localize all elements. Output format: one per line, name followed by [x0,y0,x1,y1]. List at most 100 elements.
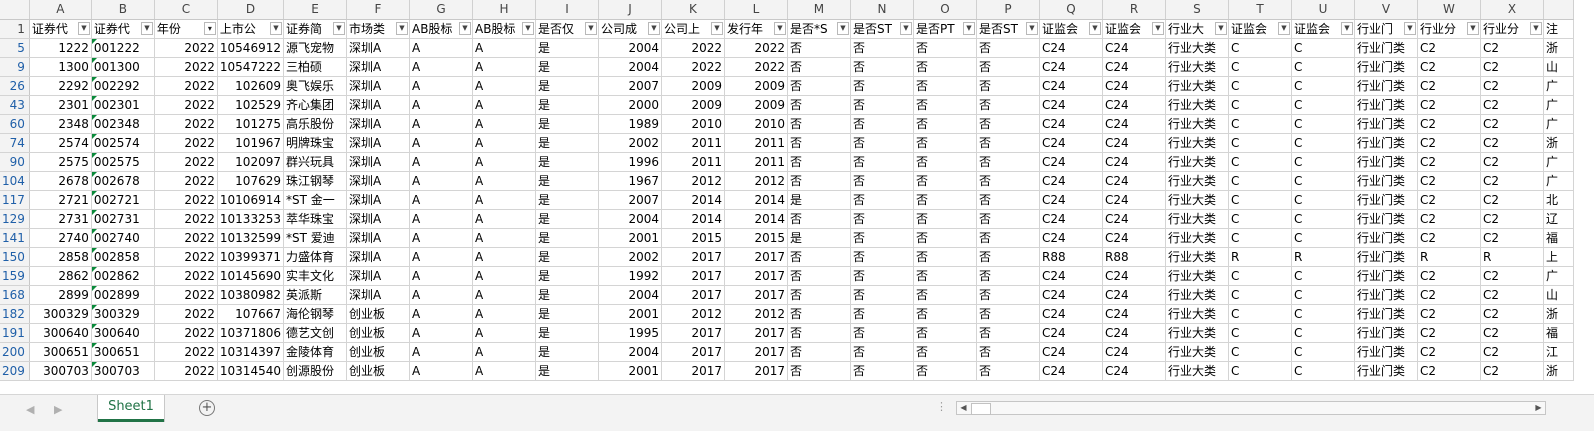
cell[interactable]: 浙 [1543,304,1574,324]
cell[interactable]: 2017 [724,323,788,343]
cell[interactable]: 行业门类 [1354,323,1418,343]
filter-dropdown-icon[interactable]: ▼ [1025,21,1038,35]
cell[interactable]: C2 [1417,266,1481,286]
cell[interactable]: A [409,114,473,134]
cell[interactable]: 2015 [661,228,725,248]
cell[interactable]: C [1228,209,1292,229]
cell[interactable]: C [1291,76,1355,96]
cell[interactable]: 行业大类 [1165,57,1229,77]
column-header-k[interactable]: K [661,0,725,20]
cell[interactable]: C24 [1039,95,1103,115]
cell[interactable]: 1967 [598,171,662,191]
cell[interactable]: 300703 [91,361,155,381]
cell[interactable]: 2731 [29,209,92,229]
cell[interactable]: 2301 [29,95,92,115]
cell[interactable]: C [1228,304,1292,324]
sheet-tab-sheet1[interactable]: Sheet1 [98,395,164,422]
cell[interactable]: 是 [535,38,599,58]
filter-dropdown-icon[interactable]: ▼ [1403,21,1416,35]
column-header-next[interactable] [1543,0,1574,20]
filter-dropdown-icon[interactable]: ▼ [962,21,975,35]
cell[interactable]: 否 [913,285,977,305]
cell[interactable]: 2007 [598,190,662,210]
scrollbar-left-icon[interactable]: ◀ [957,402,970,414]
cell[interactable]: 否 [976,228,1040,248]
cell[interactable]: 否 [976,323,1040,343]
cell[interactable]: 行业门类 [1354,171,1418,191]
cell[interactable]: 广 [1543,171,1574,191]
cell[interactable]: 三柏硕 [283,57,347,77]
cell[interactable]: 实丰文化 [283,266,347,286]
cell[interactable]: 2022 [154,304,218,324]
cell[interactable]: C24 [1039,266,1103,286]
cell[interactable]: 2009 [724,76,788,96]
cell[interactable]: C2 [1417,152,1481,172]
cell[interactable]: 否 [976,361,1040,381]
cell[interactable]: 2015 [724,228,788,248]
cell[interactable]: A [472,285,536,305]
cell[interactable]: 否 [976,152,1040,172]
cell[interactable]: 2022 [154,228,218,248]
column-header-m[interactable]: M [787,0,851,20]
cell[interactable]: C24 [1039,209,1103,229]
field-header-cell[interactable]: 发行年 ▼ [724,19,788,39]
filter-dropdown-icon[interactable]: ▼ [77,21,90,35]
cell[interactable]: 是 [787,190,851,210]
cell[interactable]: A [409,133,473,153]
row-header[interactable]: 90 [0,152,30,172]
cell[interactable]: 行业门类 [1354,361,1418,381]
cell[interactable]: 否 [976,171,1040,191]
cell[interactable]: 高乐股份 [283,114,347,134]
cell[interactable]: A [472,190,536,210]
row-header[interactable]: 159 [0,266,30,286]
cell[interactable]: 否 [913,247,977,267]
select-all-corner[interactable] [0,0,30,20]
cell[interactable]: 山 [1543,57,1574,77]
cell[interactable]: C24 [1102,323,1166,343]
horizontal-scrollbar[interactable]: ◀ ▶ [956,401,1546,415]
cell[interactable]: C2 [1417,190,1481,210]
cell[interactable]: 002574 [91,133,155,153]
cell[interactable]: C2 [1480,266,1544,286]
cell[interactable]: A [472,266,536,286]
cell[interactable]: 创业板 [346,361,410,381]
cell[interactable]: 行业门类 [1354,38,1418,58]
cell[interactable]: 行业大类 [1165,190,1229,210]
cell[interactable]: A [409,285,473,305]
cell[interactable]: 002862 [91,266,155,286]
cell[interactable]: 是 [535,114,599,134]
cell[interactable]: 否 [850,228,914,248]
cell[interactable]: 否 [976,57,1040,77]
cell[interactable]: 否 [787,95,851,115]
filter-dropdown-icon[interactable]: ▼ [1088,21,1101,35]
cell[interactable]: 10380982 [217,285,284,305]
cell[interactable]: 是 [535,304,599,324]
cell[interactable]: 源飞宠物 [283,38,347,58]
cell[interactable]: 深圳A [346,57,410,77]
cell[interactable]: 是 [535,285,599,305]
cell[interactable]: C24 [1102,133,1166,153]
cell[interactable]: C2 [1480,114,1544,134]
column-header-g[interactable]: G [409,0,473,20]
cell[interactable]: 10371806 [217,323,284,343]
cell[interactable]: 2004 [598,209,662,229]
cell[interactable]: C24 [1102,209,1166,229]
cell[interactable]: C [1228,323,1292,343]
cell[interactable]: 行业门类 [1354,152,1418,172]
field-header-cell[interactable]: 是否PT ▼ [913,19,977,39]
cell[interactable]: 2001 [598,304,662,324]
cell[interactable]: 力盛体育 [283,247,347,267]
cell[interactable]: 否 [787,209,851,229]
filter-active-icon[interactable]: ▾ [203,21,216,35]
cell[interactable]: 300640 [29,323,92,343]
filter-dropdown-icon[interactable]: ▼ [332,21,345,35]
cell[interactable]: 2899 [29,285,92,305]
cell[interactable]: 深圳A [346,209,410,229]
cell[interactable]: 是 [535,266,599,286]
cell[interactable]: C2 [1480,342,1544,362]
cell[interactable]: C2 [1480,285,1544,305]
cell[interactable]: 2002 [598,247,662,267]
cell[interactable]: R [1291,247,1355,267]
cell[interactable]: 行业门类 [1354,342,1418,362]
field-header-cell[interactable]: 公司成 ▼ [598,19,662,39]
